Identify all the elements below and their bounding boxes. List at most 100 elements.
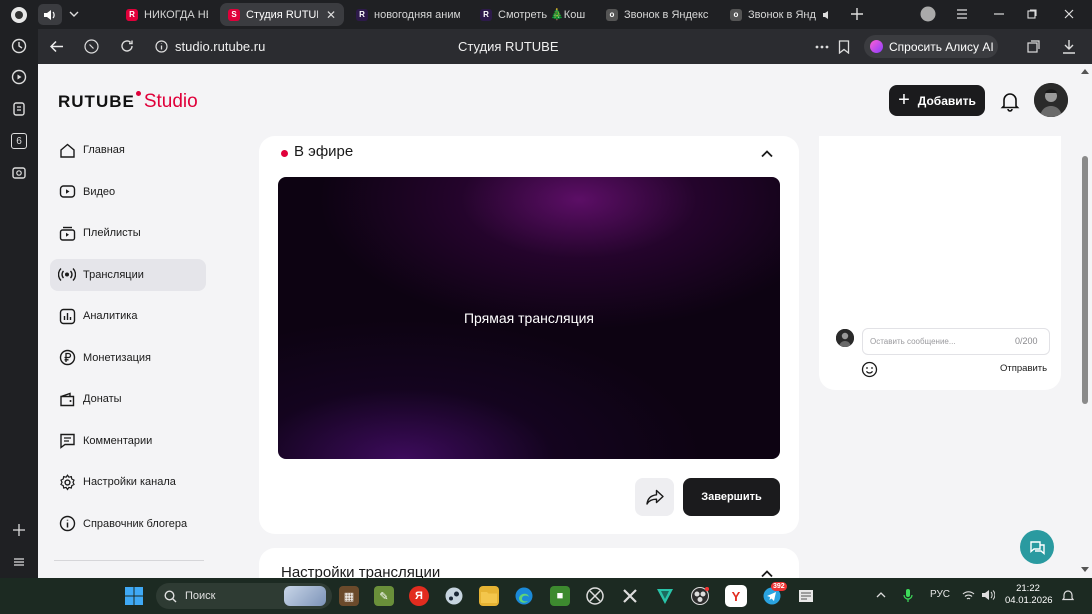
url-text[interactable]: studio.rutube.ru [175, 39, 265, 54]
ruble-icon [58, 349, 76, 367]
more-icon[interactable] [815, 45, 829, 49]
stream-player[interactable]: Прямая трансляция [278, 177, 780, 459]
playlist-icon [58, 224, 76, 242]
yandex-browser-icon[interactable]: Y [725, 585, 747, 607]
yandex-icon[interactable]: Я [409, 586, 429, 606]
volume-icon[interactable] [981, 589, 995, 601]
tools-icon[interactable] [620, 586, 640, 606]
sidebar-item-broadcasts[interactable]: Трансляции [50, 258, 206, 291]
explorer-icon[interactable] [479, 586, 499, 606]
rutube-studio-logo[interactable]: RUTUBE Studio [58, 91, 198, 113]
media-icon[interactable] [9, 67, 29, 87]
sidebar-item-monetization[interactable]: Монетизация [50, 342, 206, 374]
gallery-icon[interactable] [9, 163, 29, 183]
chat-user-avatar [836, 329, 854, 347]
sidebar-item-comments[interactable]: Комментарии [50, 425, 206, 457]
bookmark-icon[interactable] [838, 40, 850, 54]
avatar[interactable] [1034, 83, 1068, 117]
browser-sidebar: 6 [0, 0, 38, 578]
emoji-icon[interactable] [861, 361, 878, 378]
browser-menu-icon[interactable] [956, 9, 968, 19]
add-panel-icon[interactable] [9, 520, 29, 540]
tab-active[interactable]: S Студия RUTUBE ✕ [220, 3, 344, 26]
map-app-icon[interactable]: ✎ [374, 586, 394, 606]
bell-icon[interactable] [999, 90, 1021, 112]
minecraft-block-icon[interactable]: ■ [550, 586, 570, 606]
sidebar-item-video[interactable]: Видео [50, 176, 206, 208]
protect-icon[interactable] [84, 39, 99, 54]
vpn-icon[interactable] [655, 586, 675, 606]
stream-settings-card: Настройки трансляции [259, 548, 799, 578]
reload-icon[interactable] [120, 39, 134, 53]
minecraft-icon[interactable]: ▦ [339, 586, 359, 606]
system-clock[interactable]: 21:22 04.01.2026 [1005, 583, 1053, 607]
notifications-icon[interactable] [1062, 589, 1074, 602]
obs-icon[interactable] [690, 586, 710, 606]
tab-favicon-icon: R [126, 8, 138, 21]
page-title-text: Студия RUTUBE [458, 39, 559, 54]
history-icon[interactable] [9, 36, 29, 56]
xbox-icon[interactable] [585, 586, 605, 606]
sidebar-item-donations[interactable]: Донаты [50, 383, 206, 415]
site-info-icon[interactable] [155, 40, 168, 53]
finish-stream-button[interactable]: Завершить [683, 478, 780, 516]
search-icon [164, 589, 177, 602]
info-icon [58, 515, 76, 533]
sidebar-item-channel-settings[interactable]: Настройки канала [50, 466, 206, 498]
tabs-menu-icon[interactable] [68, 9, 80, 19]
start-icon[interactable] [124, 586, 144, 606]
alice-icon [870, 40, 883, 53]
tab-strip: R НИКОГДА НЕ З S Студия RUTUBE ✕ R новог… [38, 0, 1092, 29]
steam-icon[interactable] [444, 586, 464, 606]
telegram-icon[interactable]: 392 [762, 582, 787, 606]
browser-profile-icon[interactable] [9, 5, 29, 25]
ask-alice-button[interactable]: Спросить Алису AI [864, 35, 998, 58]
chat-send-button[interactable]: Отправить [1000, 363, 1047, 374]
sidebar-item-home[interactable]: Главная [50, 134, 206, 166]
taskbar-search[interactable]: Поиск [156, 583, 332, 609]
collections-icon[interactable] [9, 99, 29, 119]
sidebar-settings-icon[interactable] [9, 552, 29, 572]
sidebar-item-blogger-guide[interactable]: Справочник блогера [50, 508, 206, 540]
account-icon[interactable] [920, 6, 936, 22]
page-scrollbar[interactable] [1078, 64, 1092, 578]
tab-5[interactable]: o Звонок в Яндекс Т [598, 3, 718, 26]
tab-audio-icon [822, 10, 828, 19]
minimize-icon[interactable] [994, 13, 1004, 15]
sound-icon[interactable] [38, 4, 62, 25]
scrollbar-thumb[interactable] [1082, 156, 1088, 404]
tab-favicon-icon: R [480, 8, 492, 21]
tab-3[interactable]: R новогодняя анима [348, 3, 468, 26]
help-chat-button[interactable] [1020, 530, 1054, 564]
notes-icon[interactable] [796, 586, 816, 606]
tab-6[interactable]: o Звонок в Янд [722, 3, 844, 26]
studio-page: RUTUBE Studio + Добавить Главная Видео П… [38, 64, 1078, 578]
add-button[interactable]: + Добавить [889, 85, 985, 116]
edge-icon[interactable] [514, 586, 534, 606]
chevron-up-icon[interactable] [759, 146, 775, 162]
counter-badge-icon[interactable]: 6 [9, 131, 29, 151]
new-tab-icon[interactable] [850, 7, 864, 21]
language-indicator[interactable]: РУС [930, 589, 950, 600]
close-window-icon[interactable] [1064, 9, 1074, 19]
tab-close-icon[interactable]: ✕ [326, 8, 336, 22]
tray-expand-icon[interactable] [876, 591, 886, 598]
search-highlight-icon [284, 586, 326, 606]
tabs-overview-icon[interactable] [1026, 39, 1041, 54]
tab-4[interactable]: R Смотреть 🎄Кош [472, 3, 594, 26]
restore-icon[interactable] [1027, 9, 1037, 19]
studio-sidebar: Главная Видео Плейлисты Трансляции Анали… [50, 134, 206, 549]
back-icon[interactable] [50, 40, 64, 53]
download-icon[interactable] [1062, 39, 1076, 54]
comment-icon [58, 432, 76, 450]
sidebar-item-playlists[interactable]: Плейлисты [50, 217, 206, 249]
sidebar-item-analytics[interactable]: Аналитика [50, 300, 206, 332]
wifi-icon[interactable] [962, 590, 975, 601]
broadcast-icon [58, 266, 76, 284]
tab-favicon-icon: o [730, 8, 742, 21]
chevron-up-icon[interactable] [759, 566, 775, 578]
tab-1[interactable]: R НИКОГДА НЕ З [118, 3, 216, 26]
player-label: Прямая трансляция [463, 310, 595, 326]
share-button[interactable] [635, 478, 674, 516]
microphone-icon[interactable] [903, 588, 913, 603]
